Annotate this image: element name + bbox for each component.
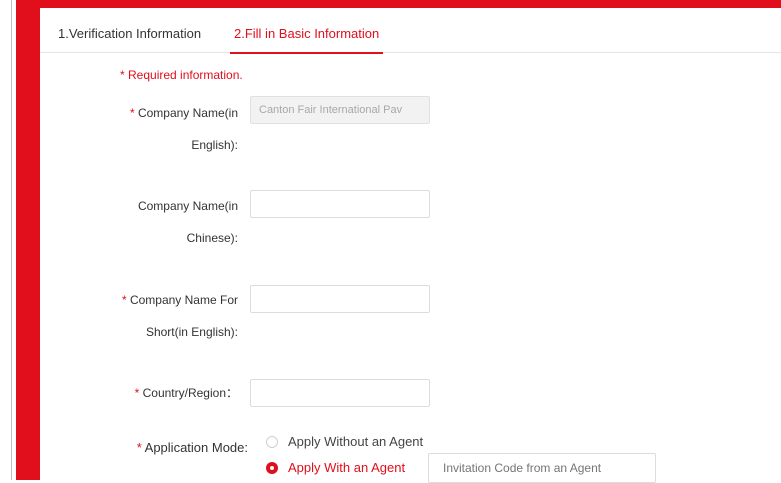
form-panel: 1.Verification Information 2.Fill in Bas… <box>40 8 781 483</box>
required-info-note: * Required information. <box>120 68 243 82</box>
company-name-cn-label-line2: Chinese): <box>186 231 238 245</box>
radio-apply-with-agent[interactable]: Apply With an Agent <box>266 460 405 475</box>
country-region-label-text: Country/Region： <box>142 386 238 400</box>
required-star: * <box>134 386 140 400</box>
radio-checked-icon[interactable] <box>266 461 278 474</box>
radio-apply-without-agent[interactable]: Apply Without an Agent <box>266 434 423 449</box>
radio-label-without-agent: Apply Without an Agent <box>288 434 424 449</box>
company-name-cn-label-line1: Company Name(in <box>137 199 238 213</box>
window-edge-line <box>11 0 12 480</box>
company-name-en-input[interactable] <box>250 96 430 124</box>
step-tabs: 1.Verification Information 2.Fill in Bas… <box>40 8 781 54</box>
application-mode-label-text: Application Mode: <box>144 440 248 455</box>
required-star: * <box>129 106 135 120</box>
required-star: * <box>121 293 127 307</box>
company-name-en-label-line2: English): <box>191 138 238 152</box>
application-mode-label: * Application Mode: <box>80 440 248 455</box>
required-star: * <box>136 440 142 455</box>
company-short-label-line2: Short(in English): <box>145 325 238 339</box>
tab-fill-basic-information[interactable]: 2.Fill in Basic Information <box>229 26 384 54</box>
company-name-en-label-line1: Company Name(in <box>137 106 238 120</box>
country-region-input[interactable] <box>250 379 430 407</box>
agent-invitation-code-input[interactable] <box>428 453 656 483</box>
tab-verification-information[interactable]: 1.Verification Information <box>58 26 201 42</box>
company-short-label-line1: Company Name For <box>129 293 238 307</box>
red-top-border <box>16 0 781 8</box>
radio-label-with-agent: Apply With an Agent <box>288 460 406 475</box>
radio-unchecked-icon[interactable] <box>266 435 278 448</box>
company-name-cn-input[interactable] <box>250 190 430 218</box>
company-short-name-input[interactable] <box>250 285 430 313</box>
red-side-border <box>16 0 40 480</box>
